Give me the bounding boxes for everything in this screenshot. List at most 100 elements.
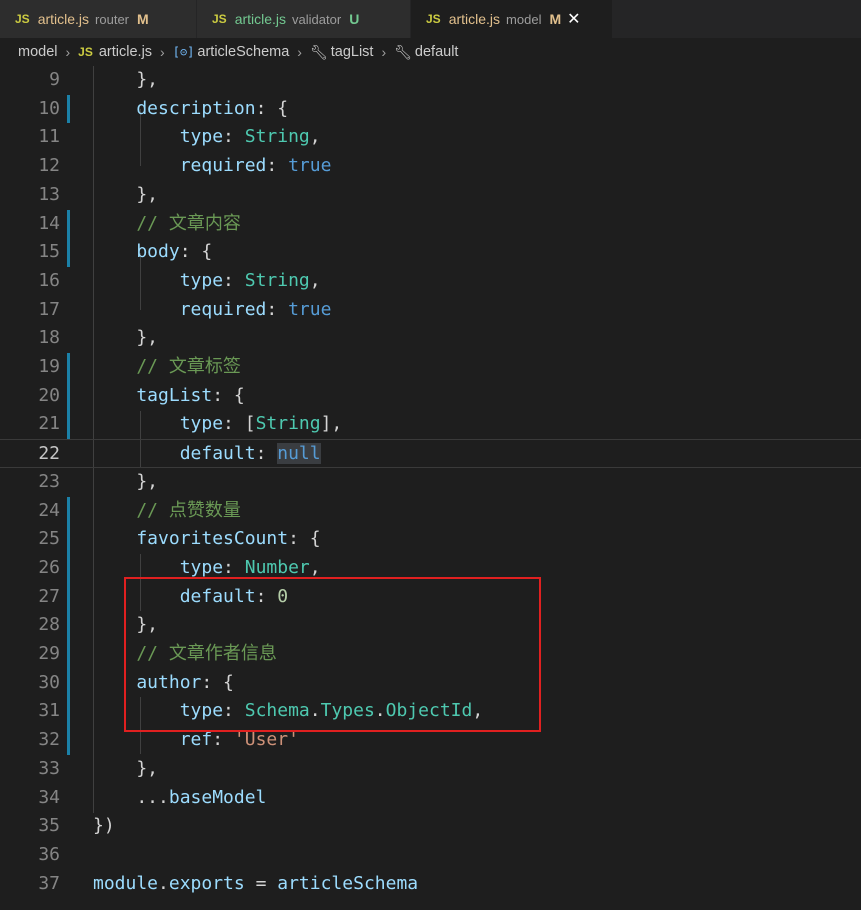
line-number: 25 bbox=[38, 528, 60, 550]
code-token: : bbox=[223, 269, 245, 291]
code-text: required: true bbox=[93, 152, 332, 181]
code-token: : bbox=[223, 556, 245, 578]
code-line-12[interactable]: 12 required: true bbox=[0, 152, 861, 181]
code-line-27[interactable]: 27 default: 0 bbox=[0, 582, 861, 612]
line-number: 36 bbox=[38, 843, 60, 865]
line-number: 24 bbox=[38, 499, 60, 521]
code-token: : { bbox=[179, 241, 213, 263]
code-line-11[interactable]: 11 type: String, bbox=[0, 123, 861, 152]
git-modified-marker[interactable] bbox=[67, 353, 70, 382]
code-line-19[interactable]: 19 // 文章标签 bbox=[0, 353, 861, 382]
git-modified-marker[interactable] bbox=[67, 553, 70, 583]
tab-git-status: M bbox=[549, 11, 562, 27]
code-token: : bbox=[266, 298, 289, 320]
code-token: default bbox=[93, 443, 256, 465]
code-line-16[interactable]: 16 type: String, bbox=[0, 267, 861, 296]
breadcrumb: model › JS article.js › [⊝] articleSchem… bbox=[0, 38, 861, 66]
git-modified-marker[interactable] bbox=[67, 209, 70, 239]
line-number: 17 bbox=[38, 298, 60, 320]
git-modified-marker[interactable] bbox=[67, 697, 70, 727]
tab-article-router[interactable]: JS article.js router M bbox=[0, 0, 197, 38]
code-token: // 文章标签 bbox=[93, 356, 241, 377]
code-text: type: [String], bbox=[93, 410, 343, 439]
code-text: author: { bbox=[93, 669, 234, 698]
code-line-10[interactable]: 10 description: { bbox=[0, 94, 861, 124]
code-line-32[interactable]: 32 ref: 'User' bbox=[0, 726, 861, 755]
code-token: }, bbox=[93, 614, 159, 636]
code-token: type bbox=[93, 556, 224, 578]
code-line-30[interactable]: 30 author: { bbox=[0, 668, 861, 698]
tab-folder-desc: model bbox=[506, 11, 542, 27]
code-token: required bbox=[93, 155, 267, 177]
code-line-24[interactable]: 24 // 点赞数量 bbox=[0, 496, 861, 526]
code-line-15[interactable]: 15 body: { bbox=[0, 238, 861, 267]
code-line-37[interactable]: 37 module.exports = articleSchema bbox=[0, 870, 861, 899]
code-text: type: Schema.Types.ObjectId, bbox=[93, 697, 484, 726]
git-modified-marker[interactable] bbox=[67, 94, 70, 124]
git-modified-marker[interactable] bbox=[67, 611, 70, 640]
code-line-35[interactable]: 35}) bbox=[0, 812, 861, 841]
code-text: }, bbox=[93, 181, 158, 210]
code-line-22[interactable]: 22 default: null bbox=[0, 439, 861, 468]
breadcrumb-symbol-taglist[interactable]: tagList bbox=[331, 44, 374, 60]
code-token: // 文章作者信息 bbox=[93, 643, 277, 664]
code-token: 0 bbox=[277, 585, 289, 607]
javascript-file-icon: JS bbox=[15, 12, 30, 26]
line-number: 10 bbox=[38, 97, 60, 119]
code-token: true bbox=[288, 155, 332, 177]
code-line-14[interactable]: 14 // 文章内容 bbox=[0, 209, 861, 239]
breadcrumb-symbol-articleschema[interactable]: articleSchema bbox=[197, 44, 289, 60]
tab-git-status: M bbox=[137, 11, 149, 27]
git-modified-marker[interactable] bbox=[67, 381, 70, 411]
tab-bar: JS article.js router M JS article.js val… bbox=[0, 0, 861, 38]
breadcrumb-file[interactable]: article.js bbox=[99, 44, 152, 60]
code-line-31[interactable]: 31 type: Schema.Types.ObjectId, bbox=[0, 697, 861, 727]
git-modified-marker[interactable] bbox=[67, 238, 70, 267]
code-text: module.exports = articleSchema bbox=[93, 870, 418, 899]
git-modified-marker[interactable] bbox=[67, 726, 70, 755]
code-line-25[interactable]: 25 favoritesCount: { bbox=[0, 525, 861, 554]
code-token: description bbox=[93, 97, 256, 119]
code-line-28[interactable]: 28 }, bbox=[0, 611, 861, 640]
git-modified-marker[interactable] bbox=[67, 640, 70, 669]
git-modified-marker[interactable] bbox=[67, 668, 70, 698]
git-modified-marker[interactable] bbox=[67, 496, 70, 526]
chevron-right-icon: › bbox=[65, 44, 71, 60]
code-token: author bbox=[93, 671, 202, 693]
code-line-20[interactable]: 20 tagList: { bbox=[0, 381, 861, 411]
code-token: String bbox=[255, 413, 321, 435]
git-modified-marker[interactable] bbox=[67, 525, 70, 554]
code-token: // 点赞数量 bbox=[93, 499, 241, 521]
code-line-23[interactable]: 23 }, bbox=[0, 468, 861, 497]
code-token: : bbox=[255, 443, 278, 465]
code-line-17[interactable]: 17 required: true bbox=[0, 296, 861, 325]
code-token: = bbox=[244, 872, 278, 894]
code-text: required: true bbox=[93, 296, 332, 325]
code-line-34[interactable]: 34 ...baseModel bbox=[0, 784, 861, 813]
breadcrumb-folder[interactable]: model bbox=[18, 44, 58, 60]
tab-article-validator[interactable]: JS article.js validator U bbox=[197, 0, 411, 38]
code-line-9[interactable]: 9 }, bbox=[0, 66, 861, 95]
line-number: 18 bbox=[38, 327, 60, 349]
code-line-29[interactable]: 29 // 文章作者信息 bbox=[0, 640, 861, 669]
code-line-21[interactable]: 21 type: [String], bbox=[0, 410, 861, 440]
code-line-36[interactable]: 36 bbox=[0, 841, 861, 870]
code-line-33[interactable]: 33 }, bbox=[0, 755, 861, 784]
git-modified-marker[interactable] bbox=[67, 410, 70, 440]
close-icon[interactable]: ✕ bbox=[567, 9, 580, 29]
code-line-18[interactable]: 18 }, bbox=[0, 324, 861, 353]
code-editor[interactable]: 9 }, 10 description: {11 type: String, 12 … bbox=[0, 66, 861, 910]
tab-git-status: U bbox=[349, 11, 360, 27]
code-line-13[interactable]: 13 }, bbox=[0, 181, 861, 210]
tab-filename: article.js bbox=[448, 11, 501, 27]
git-modified-marker[interactable] bbox=[67, 582, 70, 612]
code-text: type: String, bbox=[93, 267, 321, 296]
tab-filename: article.js bbox=[37, 11, 90, 27]
breadcrumb-symbol-default[interactable]: default bbox=[415, 44, 459, 60]
chevron-right-icon: › bbox=[381, 44, 387, 60]
code-token: : { bbox=[212, 384, 245, 406]
line-number: 37 bbox=[38, 872, 60, 894]
code-line-26[interactable]: 26 type: Number, bbox=[0, 553, 861, 583]
tab-article-model[interactable]: JS article.js model M ✕ bbox=[411, 0, 613, 38]
tab-folder-desc: router bbox=[95, 11, 130, 27]
